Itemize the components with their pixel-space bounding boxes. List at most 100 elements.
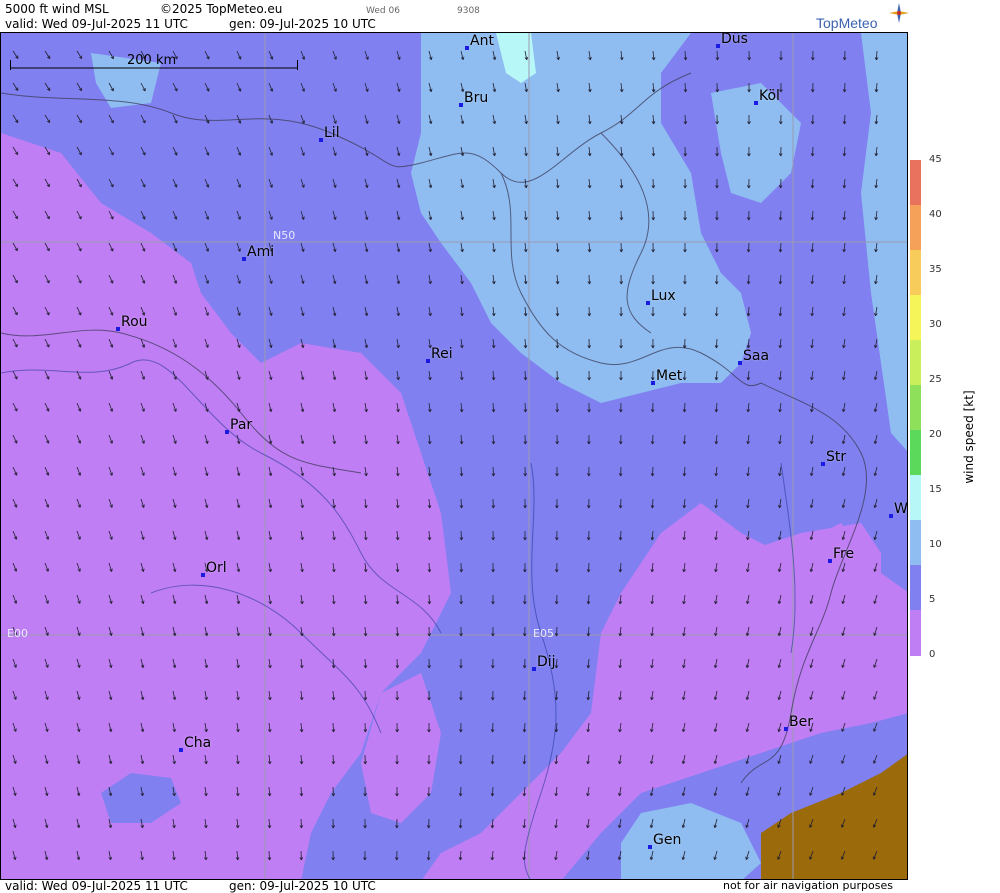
city-bru: Bru xyxy=(464,90,489,106)
compass-icon xyxy=(889,3,909,23)
city-dot xyxy=(648,845,652,849)
city-dot xyxy=(889,514,893,518)
city-w: W xyxy=(894,501,908,517)
city-ant: Ant xyxy=(470,33,494,49)
wind-arrow-head xyxy=(47,632,49,636)
city-gen: Gen xyxy=(653,832,682,848)
city-cha: Cha xyxy=(184,735,212,751)
wind-arrow-head xyxy=(239,312,241,316)
city-dot xyxy=(821,462,825,466)
city-dot xyxy=(716,44,720,48)
wind-arrow-head xyxy=(399,56,401,60)
legend-swatch xyxy=(910,205,921,251)
legend-swatch xyxy=(910,295,921,341)
city-dot xyxy=(116,327,120,331)
grid-label-e05: E05 xyxy=(533,627,554,640)
copyright: ©2025 TopMeteo.eu xyxy=(160,2,283,16)
city-dot xyxy=(242,257,246,261)
wind-arrow-head xyxy=(207,312,209,316)
wind-arrow-head xyxy=(271,184,273,188)
city-dot xyxy=(828,559,832,563)
grid-label-n50: N50 xyxy=(273,229,296,242)
wind-arrow-head xyxy=(271,216,273,220)
city-fre: Fre xyxy=(833,546,855,562)
scale-label: 200 km xyxy=(127,53,177,68)
wind-arrow-head xyxy=(111,536,113,540)
city-dot xyxy=(319,138,323,142)
wind-arrow-head xyxy=(15,696,17,700)
product-title: 5000 ft wind MSL xyxy=(5,2,109,16)
legend-swatch xyxy=(910,160,921,206)
legend-tick: 25 xyxy=(929,374,942,385)
city-saa: Saa xyxy=(743,348,770,364)
city-lil: Lil xyxy=(324,125,340,141)
legend-swatch xyxy=(910,475,921,521)
footer-disclaimer: not for air navigation purposes xyxy=(723,879,893,892)
wind-arrow-head xyxy=(143,440,145,444)
wind-arrow-head xyxy=(143,472,145,476)
footer-generated-time: gen: 09-Jul-2025 10 UTC xyxy=(229,879,376,893)
wind-arrow-head xyxy=(143,504,145,508)
city-dot xyxy=(738,361,742,365)
legend-swatch xyxy=(910,520,921,566)
city-rou: Rou xyxy=(121,314,148,330)
city-met: Met xyxy=(656,368,683,384)
wind-arrow-head xyxy=(207,376,209,380)
legend-tick: 15 xyxy=(929,484,942,495)
grid-label-e00: E00 xyxy=(7,627,28,640)
city-dot xyxy=(426,359,430,363)
footer-valid-time: valid: Wed 09-Jul-2025 11 UTC xyxy=(5,879,188,893)
city-par: Par xyxy=(230,417,253,433)
legend-swatch xyxy=(910,340,921,386)
city-lux: Lux xyxy=(651,288,676,304)
legend-tick: 10 xyxy=(929,539,942,550)
wind-arrow-head xyxy=(335,88,337,92)
wind-arrow-head xyxy=(175,440,177,444)
city-dus: Düs xyxy=(721,32,748,47)
city-kol: Köl xyxy=(759,88,780,104)
legend-tick: 40 xyxy=(929,209,942,220)
city-dot xyxy=(465,46,469,50)
wind-speed-legend xyxy=(910,160,924,656)
legend-swatch xyxy=(910,250,921,296)
wind-arrow-head xyxy=(239,248,241,252)
legend-swatch xyxy=(910,385,921,431)
city-dot xyxy=(651,381,655,385)
legend-swatch xyxy=(910,565,921,611)
wind-arrow-head xyxy=(47,600,49,604)
legend-tick: 35 xyxy=(929,264,942,275)
city-dot xyxy=(459,103,463,107)
city-dot xyxy=(225,430,229,434)
legend-tick: 5 xyxy=(929,594,936,605)
legend-tick: 30 xyxy=(929,319,942,330)
legend-swatch xyxy=(910,610,921,656)
city-dot xyxy=(784,727,788,731)
wind-arrow-head xyxy=(207,280,209,284)
generated-time: gen: 09-Jul-2025 10 UTC xyxy=(229,17,376,31)
city-dij: Dij xyxy=(537,654,556,670)
city-dot xyxy=(646,301,650,305)
wind-arrow-head xyxy=(239,280,241,284)
legend-title: wind speed [kt] xyxy=(962,390,976,484)
city-ber: Ber xyxy=(789,714,813,730)
wind-arrow-head xyxy=(239,216,241,220)
wind-map[interactable]: N50 E00 E05 Ant Düs Bru Köl Lil Ami Rou … xyxy=(0,32,908,880)
wind-arrow-head xyxy=(175,408,177,412)
city-dot xyxy=(754,101,758,105)
wind-arrow-head xyxy=(15,664,17,668)
legend-tick: 45 xyxy=(929,154,942,165)
city-dot xyxy=(201,573,205,577)
valid-time: valid: Wed 09-Jul-2025 11 UTC xyxy=(5,17,188,31)
legend-tick: 20 xyxy=(929,429,942,440)
city-orl: Orl xyxy=(206,560,227,576)
city-rei: Rei xyxy=(431,346,453,362)
legend-tick: 0 xyxy=(929,649,936,660)
legend-swatch xyxy=(910,430,921,476)
wind-map-canvas xyxy=(1,33,907,879)
day-tag: Wed 06 xyxy=(366,6,400,16)
city-str: Str xyxy=(826,449,847,465)
code-tag: 9308 xyxy=(457,6,480,16)
city-dot xyxy=(532,667,536,671)
wind-arrow-head xyxy=(367,56,369,60)
wind-arrow-head xyxy=(303,152,305,156)
